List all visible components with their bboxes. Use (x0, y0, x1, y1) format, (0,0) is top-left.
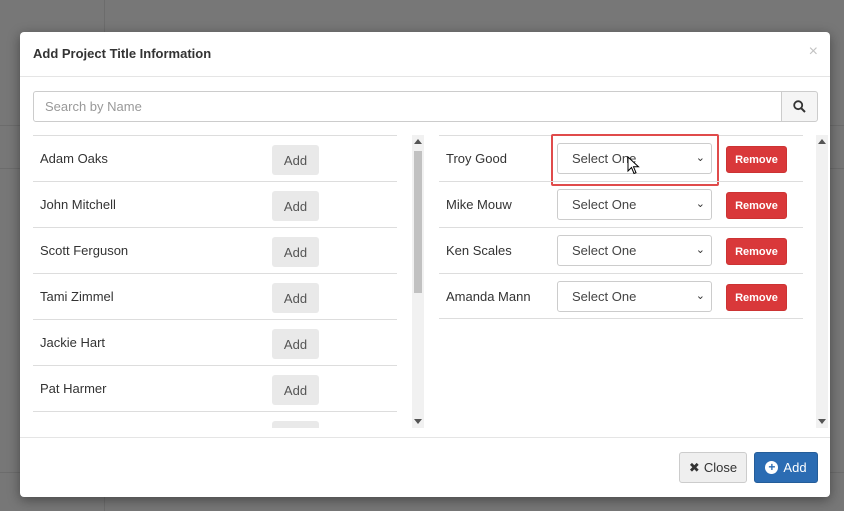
select-value: Select One (572, 197, 637, 212)
plus-circle-icon: + (765, 461, 779, 474)
search-icon (793, 100, 806, 113)
chevron-down-icon: ⌄ (695, 244, 705, 256)
select-value: Select One (572, 243, 637, 258)
scroll-thumb[interactable] (414, 151, 422, 293)
person-name: Scott Ferguson (40, 243, 129, 258)
remove-button[interactable]: Remove (726, 146, 787, 173)
person-name: Tami Zimmel (40, 289, 114, 304)
add-project-title-modal: Add Project Title Information × Adam Oak… (20, 32, 830, 497)
add-person-button[interactable]: Add (272, 329, 319, 359)
add-button-label: Add (783, 460, 807, 475)
search-input[interactable] (33, 91, 782, 122)
modal-header: Add Project Title Information × (20, 32, 830, 77)
list-item: Ken Scales Select One ⌄ Remove (439, 227, 803, 273)
chevron-down-icon: ⌄ (695, 290, 705, 302)
add-person-button[interactable]: Add (272, 145, 319, 175)
list-item: Mike Mouw Select One ⌄ Remove (439, 181, 803, 227)
list-item: Tami Zimmel Add (33, 273, 397, 319)
title-select[interactable]: Select One ⌄ (557, 235, 712, 266)
list-item: Scott Ferguson Add (33, 227, 397, 273)
add-person-button[interactable]: Add (272, 237, 319, 267)
select-value: Select One (572, 289, 637, 304)
list-item (33, 411, 397, 428)
list-item: Troy Good Select One ⌄ Remove (439, 134, 803, 186)
add-person-button[interactable]: Add (272, 375, 319, 405)
person-name: Ken Scales (446, 243, 512, 258)
scroll-up-icon[interactable] (818, 139, 826, 144)
modal-title: Add Project Title Information (33, 46, 212, 61)
list-item: John Mitchell Add (33, 181, 397, 227)
scroll-down-icon[interactable] (818, 419, 826, 424)
close-button-label: Close (703, 460, 738, 475)
person-name: Jackie Hart (40, 335, 106, 350)
left-list-scrollbar[interactable] (412, 135, 424, 428)
person-name: Pat Harmer (40, 381, 107, 396)
close-button[interactable]: ✖ Close (679, 452, 747, 483)
close-icon[interactable]: × (809, 43, 818, 61)
search-bar (33, 91, 818, 122)
title-select[interactable]: Select One ⌄ (557, 189, 712, 220)
remove-button[interactable]: Remove (726, 284, 787, 311)
add-button[interactable]: + Add (754, 452, 818, 483)
available-people-list: Adam Oaks Add John Mitchell Add Scott Fe… (33, 135, 397, 428)
chevron-down-icon: ⌄ (695, 198, 705, 210)
title-select[interactable]: Select One ⌄ (557, 281, 712, 312)
person-name: Adam Oaks (40, 151, 108, 166)
remove-button[interactable]: Remove (726, 238, 787, 265)
right-list-scrollbar[interactable] (816, 135, 828, 428)
list-item: Adam Oaks Add (33, 135, 397, 181)
person-name: Troy Good (446, 151, 507, 166)
person-name: John Mitchell (40, 197, 116, 212)
add-person-button[interactable] (272, 421, 319, 428)
mouse-cursor-icon (627, 156, 640, 175)
person-name: Amanda Mann (446, 289, 531, 304)
list-item: Amanda Mann Select One ⌄ Remove (439, 273, 803, 319)
add-person-button[interactable]: Add (272, 283, 319, 313)
scroll-up-icon[interactable] (414, 139, 422, 144)
person-name: Mike Mouw (446, 197, 512, 212)
list-item: Pat Harmer Add (33, 365, 397, 411)
modal-footer: ✖ Close + Add (20, 437, 830, 497)
remove-button[interactable]: Remove (726, 192, 787, 219)
close-icon: ✖ (688, 459, 700, 475)
add-person-button[interactable]: Add (272, 191, 319, 221)
search-button[interactable] (781, 91, 818, 122)
selected-people-list: Troy Good Select One ⌄ Remove Mike Mouw S… (439, 134, 803, 319)
scroll-down-icon[interactable] (414, 419, 422, 424)
list-item: Jackie Hart Add (33, 319, 397, 365)
